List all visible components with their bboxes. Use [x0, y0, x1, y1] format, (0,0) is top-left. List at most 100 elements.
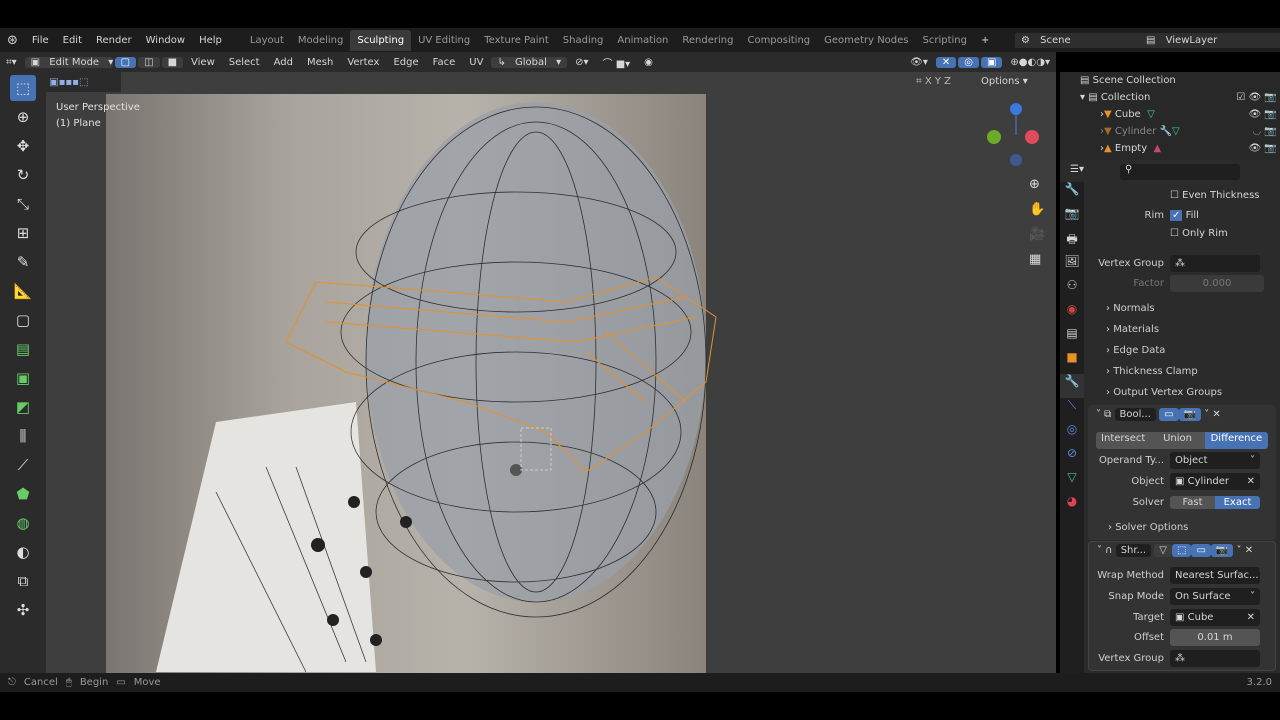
- shrinkwrap-header[interactable]: ˅ ∩ Shr... ▽ ⬚ ▭ 📷 ˅ ✕: [1097, 544, 1253, 557]
- select-box-icon[interactable]: ⬚: [10, 75, 36, 101]
- vertex-group-field[interactable]: ⁂: [1170, 255, 1260, 272]
- object-tab-icon[interactable]: ■: [1060, 350, 1084, 374]
- menu-edge[interactable]: Edge: [387, 57, 424, 68]
- menu-vertex[interactable]: Vertex: [341, 57, 385, 68]
- transform-icon[interactable]: ⊞: [10, 220, 36, 246]
- measure-icon[interactable]: 📐: [10, 278, 36, 304]
- shrink-fatten-icon[interactable]: ✣: [10, 597, 36, 623]
- knife-icon[interactable]: ⟋: [10, 452, 36, 478]
- xray-icon[interactable]: ▣: [980, 56, 1003, 68]
- properties-search[interactable]: ⚲: [1120, 164, 1240, 180]
- show-viewport-icon[interactable]: ▭: [1191, 544, 1211, 557]
- collection-tab-icon[interactable]: ▤: [1060, 326, 1084, 350]
- axis-x[interactable]: X: [925, 76, 932, 87]
- add-workspace-icon[interactable]: +: [974, 35, 996, 46]
- tab-geometry-nodes[interactable]: Geometry Nodes: [817, 35, 915, 46]
- outliner-collection[interactable]: ▾ ▤ Collection ☑ 👁 📷: [1060, 89, 1280, 106]
- particles-tab-icon[interactable]: ⟍: [1060, 398, 1084, 422]
- bevel-icon[interactable]: ◩: [10, 394, 36, 420]
- face-select-icon[interactable]: ■: [161, 56, 184, 68]
- zoom-icon[interactable]: ⊕: [1029, 172, 1045, 197]
- rotate-icon[interactable]: ↻: [10, 162, 36, 188]
- poly-build-icon[interactable]: ⬟: [10, 481, 36, 507]
- axis-toggles[interactable]: ⌗ X Y Z: [916, 76, 951, 87]
- scale-icon[interactable]: ⤡: [10, 191, 36, 217]
- material-tab-icon[interactable]: ◕: [1060, 494, 1084, 518]
- show-render-icon[interactable]: 📷: [1178, 408, 1202, 421]
- menu-file[interactable]: File: [25, 35, 56, 46]
- tool-tab-icon[interactable]: 🔧: [1060, 182, 1084, 206]
- snap-mode-dropdown[interactable]: On Surface ˅: [1170, 588, 1260, 605]
- offset-field[interactable]: 0.01 m: [1170, 629, 1260, 646]
- move-icon[interactable]: ✥: [10, 133, 36, 159]
- shrinkwrap-vertex-group-field[interactable]: ⁂: [1170, 650, 1260, 667]
- only-rim-checkbox[interactable]: ☐: [1170, 228, 1179, 239]
- shading-modes-icon[interactable]: ⊕●◐◑▾: [1004, 57, 1056, 68]
- edit-mode-icon[interactable]: ⬚: [1172, 544, 1192, 557]
- pivot-icon[interactable]: ⊘▾: [569, 57, 594, 68]
- menu-help[interactable]: Help: [192, 35, 229, 46]
- edge-select-icon[interactable]: ◫: [138, 56, 160, 68]
- camera-view-icon[interactable]: 🎥: [1029, 222, 1045, 247]
- remove-modifier-icon[interactable]: ✕: [1245, 545, 1253, 556]
- modifier-tab-icon[interactable]: 🔧: [1060, 374, 1084, 398]
- render-tab-icon[interactable]: 📷: [1060, 206, 1084, 230]
- navigation-gizmo[interactable]: [986, 100, 1041, 170]
- menu-uv[interactable]: UV: [463, 57, 489, 68]
- normals-subpanel[interactable]: › Normals: [1106, 303, 1155, 314]
- output-vertex-groups-subpanel[interactable]: › Output Vertex Groups: [1106, 387, 1222, 398]
- scene-tab-icon[interactable]: ⚇: [1060, 278, 1084, 302]
- outliner-empty[interactable]: › ▲ Empty ▲ 👁 📷: [1060, 140, 1280, 157]
- edge-slide-icon[interactable]: ⧉: [10, 568, 36, 594]
- add-cube-icon[interactable]: ▢: [10, 307, 36, 333]
- union-button[interactable]: Union: [1150, 432, 1205, 449]
- orientation-dropdown[interactable]: ↳ Global ▾: [491, 56, 568, 68]
- 3d-viewport[interactable]: User Perspective (1) Plane ▣▪▪▪⬚ ⌗ X Y Z…: [46, 72, 1056, 673]
- menu-view[interactable]: View: [185, 57, 221, 68]
- output-tab-icon[interactable]: 🖶: [1060, 230, 1084, 254]
- select-mode-buttons[interactable]: ▣▪▪▪⬚: [46, 72, 121, 92]
- blender-logo-icon[interactable]: ⊛: [0, 33, 25, 48]
- menu-render[interactable]: Render: [89, 35, 139, 46]
- mode-dropdown[interactable]: ▣ Edit Mode ▾: [24, 56, 113, 68]
- grid-ortho-icon[interactable]: ▦: [1029, 247, 1045, 272]
- scene-selector[interactable]: ⚙ Scene: [1015, 32, 1140, 48]
- menu-mesh[interactable]: Mesh: [301, 57, 339, 68]
- factor-field[interactable]: 0.000: [1170, 275, 1264, 292]
- outliner-cube[interactable]: › ▼ Cube ▽ 👁 📷: [1060, 106, 1280, 123]
- even-thickness-row[interactable]: ☐ Even Thickness: [1088, 185, 1278, 206]
- target-field[interactable]: ▣ Cube ✕: [1170, 609, 1260, 626]
- tab-rendering[interactable]: Rendering: [675, 35, 740, 46]
- view-layer-selector[interactable]: ▤ ViewLayer: [1140, 32, 1280, 48]
- wrap-method-dropdown[interactable]: Nearest Surfac...˅: [1170, 567, 1260, 584]
- menu-add[interactable]: Add: [268, 57, 299, 68]
- difference-button[interactable]: Difference: [1204, 432, 1268, 449]
- extrude-icon[interactable]: ▤: [10, 336, 36, 362]
- options-dropdown[interactable]: Options ▾: [976, 75, 1033, 88]
- editor-type-icon[interactable]: ☰▾: [1070, 164, 1084, 175]
- tab-modeling[interactable]: Modeling: [291, 35, 351, 46]
- editor-type-icon[interactable]: ⌗▾: [0, 57, 23, 68]
- overlay-icon[interactable]: ◎: [958, 56, 979, 68]
- intersect-button[interactable]: Intersect: [1096, 432, 1151, 449]
- fast-solver-button[interactable]: Fast: [1170, 496, 1215, 509]
- tab-layout[interactable]: Layout: [243, 35, 291, 46]
- view-layer-tab-icon[interactable]: 🖼: [1060, 254, 1084, 278]
- tab-scripting[interactable]: Scripting: [916, 35, 974, 46]
- outliner-cylinder[interactable]: › ▼ Cylinder 🔧 ▽ ◡ 📷: [1060, 123, 1280, 140]
- solver-options-subpanel[interactable]: › Solver Options: [1108, 522, 1188, 533]
- axis-z[interactable]: Z: [944, 76, 951, 87]
- even-thickness-checkbox[interactable]: ☐: [1170, 190, 1179, 201]
- smooth-icon[interactable]: ◐: [10, 539, 36, 565]
- cursor-icon[interactable]: ⊕: [10, 104, 36, 130]
- inset-icon[interactable]: ▣: [10, 365, 36, 391]
- tab-shading[interactable]: Shading: [556, 35, 611, 46]
- visibility-icon[interactable]: 👁▾: [904, 57, 934, 68]
- loop-cut-icon[interactable]: ⫼: [10, 423, 36, 449]
- menu-edit[interactable]: Edit: [56, 35, 89, 46]
- object-field[interactable]: ▣ Cylinder ✕: [1170, 473, 1260, 490]
- boolean-operation-selector[interactable]: Intersect Union Difference: [1096, 432, 1268, 449]
- show-render-icon[interactable]: 📷: [1210, 544, 1234, 557]
- only-rim-row[interactable]: ☐ Only Rim: [1088, 223, 1278, 244]
- show-viewport-icon[interactable]: ▭: [1159, 408, 1179, 421]
